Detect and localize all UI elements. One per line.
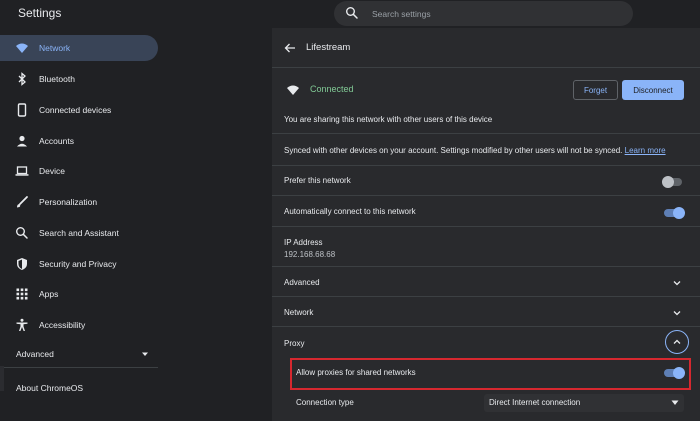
ip-address-value: 192.168.68.68	[284, 250, 336, 259]
toggle-knob	[673, 367, 685, 379]
sidebar-advanced-toggle[interactable]: Advanced	[16, 349, 54, 359]
search-input[interactable]	[372, 6, 612, 21]
divider	[272, 326, 700, 327]
prefer-network-label: Prefer this network	[284, 176, 351, 185]
divider	[272, 133, 700, 134]
toggle-knob	[673, 207, 685, 219]
sidebar-divider	[0, 367, 158, 368]
toggle-knob	[662, 176, 674, 188]
sidebar-item-label: Security and Privacy	[39, 259, 117, 269]
chevron-down-icon[interactable]	[672, 278, 682, 288]
learn-more-link[interactable]: Learn more	[625, 146, 666, 155]
sync-notice-text: Synced with other devices on your accoun…	[284, 146, 623, 155]
wifi-icon	[16, 43, 28, 53]
sidebar-item-device[interactable]: Device	[0, 158, 158, 184]
sidebar-item-accessibility[interactable]: Accessibility	[0, 312, 158, 338]
sidebar-item-label: Bluetooth	[39, 74, 75, 84]
auto-connect-label: Automatically connect to this network	[284, 207, 416, 216]
wifi-signal-icon	[287, 85, 299, 95]
back-arrow-icon[interactable]	[284, 42, 296, 54]
divider	[272, 195, 700, 196]
allow-proxies-toggle[interactable]	[664, 367, 685, 379]
sidebar-item-label: Connected devices	[39, 105, 112, 115]
sync-notice: Synced with other devices on your accoun…	[284, 146, 666, 155]
search-box[interactable]	[334, 1, 633, 26]
sidebar-item-accounts[interactable]: Accounts	[0, 128, 158, 154]
sidebar-item-search-and-assistant[interactable]: Search and Assistant	[0, 220, 158, 246]
proxy-section-label[interactable]: Proxy	[284, 339, 304, 348]
person-icon	[17, 135, 27, 147]
auto-connect-toggle[interactable]	[664, 207, 685, 219]
search-icon	[16, 227, 28, 239]
allow-proxies-label: Allow proxies for shared networks	[296, 368, 416, 377]
prefer-network-toggle[interactable]	[662, 176, 682, 188]
phone-icon	[17, 103, 27, 117]
settings-window: Settings Network Bluetooth Connected dev…	[0, 0, 700, 421]
sidebar-item-label: Accessibility	[39, 320, 86, 330]
grid-icon	[16, 288, 28, 300]
sidebar: Network Bluetooth Connected devices Acco…	[0, 28, 272, 421]
sidebar-item-label: Accounts	[39, 136, 74, 146]
divider	[272, 165, 700, 166]
sharing-notice: You are sharing this network with other …	[284, 115, 493, 124]
sidebar-item-label: Device	[39, 166, 65, 176]
chevron-up-icon	[673, 339, 681, 344]
connection-status: Connected	[310, 84, 354, 94]
ip-address-label: IP Address	[284, 238, 323, 247]
sidebar-item-network[interactable]: Network	[0, 35, 158, 61]
caret-down-icon	[671, 400, 679, 405]
brush-icon	[17, 196, 28, 208]
page-title: Lifestream	[306, 42, 351, 53]
sidebar-item-about[interactable]: About ChromeOS	[16, 383, 83, 393]
window-edge	[0, 366, 4, 391]
divider	[272, 67, 700, 68]
forget-button[interactable]: Forget	[573, 80, 618, 100]
sidebar-item-label: Personalization	[39, 197, 98, 207]
sidebar-item-bluetooth[interactable]: Bluetooth	[0, 66, 158, 92]
search-icon	[346, 7, 358, 19]
bluetooth-icon	[18, 72, 26, 86]
connection-type-select[interactable]: Direct Internet connection	[484, 394, 684, 412]
accessibility-icon	[16, 318, 28, 331]
divider	[272, 296, 700, 297]
network-detail-page: Lifestream Connected Forget Disconnect Y…	[272, 28, 700, 421]
advanced-section-label[interactable]: Advanced	[284, 278, 320, 287]
connection-type-label: Connection type	[296, 398, 354, 407]
caret-down-icon[interactable]	[141, 350, 149, 358]
laptop-icon	[15, 166, 29, 176]
proxy-collapse-button[interactable]	[665, 330, 689, 354]
shield-icon	[17, 258, 27, 270]
disconnect-button[interactable]: Disconnect	[622, 80, 684, 100]
sidebar-item-connected-devices[interactable]: Connected devices	[0, 97, 158, 123]
sidebar-item-label: Network	[39, 43, 71, 53]
divider	[272, 266, 700, 267]
sidebar-item-apps[interactable]: Apps	[0, 281, 158, 307]
sidebar-item-personalization[interactable]: Personalization	[0, 189, 158, 215]
chevron-down-icon[interactable]	[672, 308, 682, 318]
app-title: Settings	[18, 6, 62, 20]
sidebar-item-security-and-privacy[interactable]: Security and Privacy	[0, 251, 158, 277]
header: Settings	[0, 0, 700, 28]
divider	[272, 226, 700, 227]
network-section-label[interactable]: Network	[284, 308, 313, 317]
sidebar-item-label: Apps	[39, 289, 59, 299]
connection-type-value: Direct Internet connection	[489, 398, 581, 407]
sidebar-item-label: Search and Assistant	[39, 228, 119, 238]
